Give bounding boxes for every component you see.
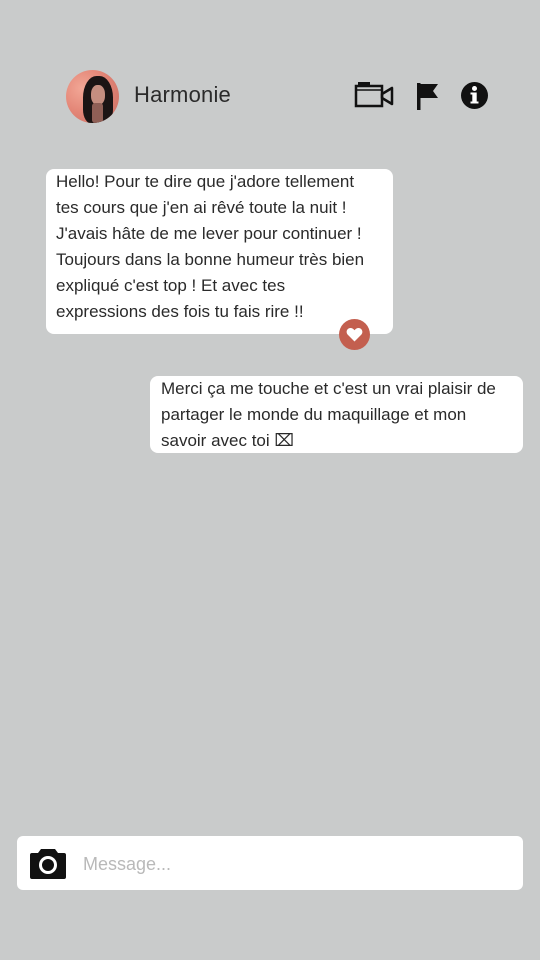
chat-header: Harmonie xyxy=(0,0,540,140)
info-button[interactable] xyxy=(460,81,489,110)
video-camera-icon xyxy=(354,82,394,108)
heart-icon xyxy=(346,328,363,342)
flag-icon xyxy=(417,83,438,110)
camera-button[interactable] xyxy=(29,846,67,880)
heart-reaction-badge[interactable] xyxy=(339,319,370,350)
avatar-neck xyxy=(92,103,103,123)
message-composer xyxy=(17,836,523,890)
sent-message-bubble[interactable]: Merci ça me touche et c'est un vrai plai… xyxy=(150,376,523,453)
report-flag-button[interactable] xyxy=(415,82,441,110)
message-text: Merci ça me touche et c'est un vrai plai… xyxy=(161,379,496,450)
avatar[interactable] xyxy=(66,70,119,123)
contact-name[interactable]: Harmonie xyxy=(134,82,231,108)
received-message-bubble[interactable]: Hello! Pour te dire que j'adore tellemen… xyxy=(46,169,393,334)
camera-icon xyxy=(30,849,66,879)
info-icon xyxy=(461,82,488,109)
avatar-face xyxy=(91,85,105,105)
message-text: Hello! Pour te dire que j'adore tellemen… xyxy=(56,172,365,321)
message-input[interactable] xyxy=(81,848,505,880)
video-call-button[interactable] xyxy=(354,80,394,110)
